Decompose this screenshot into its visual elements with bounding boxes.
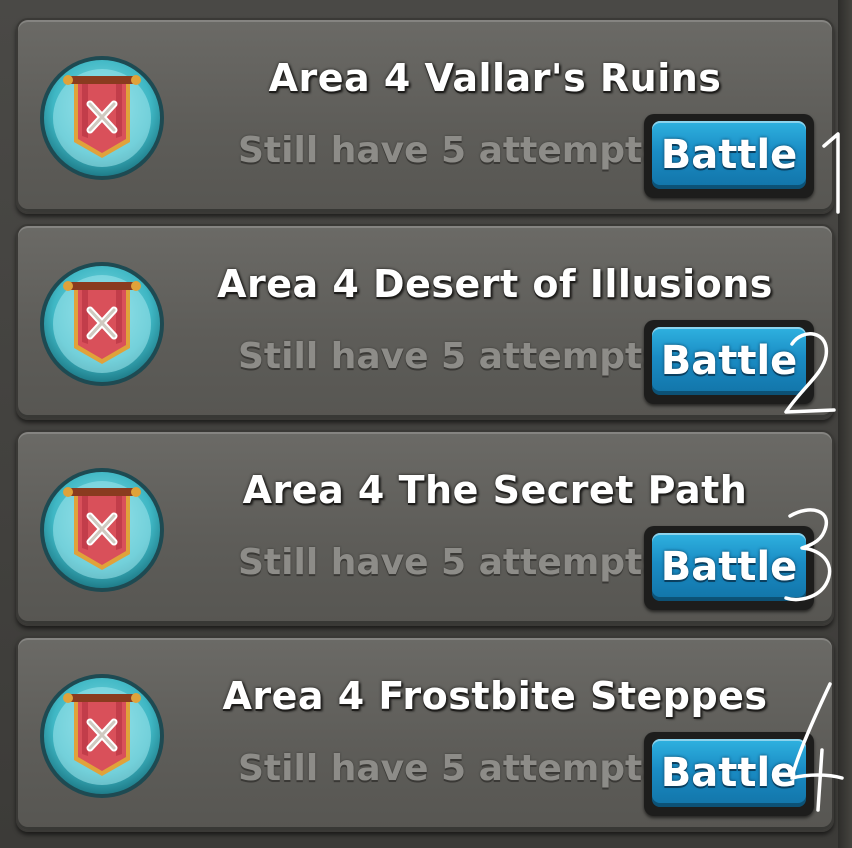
battle-banner-icon bbox=[40, 468, 164, 592]
battle-button[interactable]: Battle bbox=[652, 533, 806, 601]
battle-button-frame: Battle bbox=[644, 526, 814, 610]
area-title: Area 4 Frostbite Steppes bbox=[222, 674, 768, 718]
battle-banner-icon bbox=[40, 56, 164, 180]
battle-button[interactable]: Battle bbox=[652, 327, 806, 395]
battle-button-frame: Battle bbox=[644, 732, 814, 816]
area-title: Area 4 Desert of Illusions bbox=[217, 262, 773, 306]
attempts-remaining: Still have 5 attempts bbox=[238, 542, 664, 583]
scroll-rail[interactable] bbox=[838, 0, 852, 848]
battle-button[interactable]: Battle bbox=[652, 121, 806, 189]
area-title: Area 4 The Secret Path bbox=[242, 468, 748, 512]
battle-banner-icon bbox=[40, 262, 164, 386]
battle-button-frame: Battle bbox=[644, 320, 814, 404]
area-card: Area 4 The Secret Path Still have 5 atte… bbox=[16, 430, 834, 626]
area-title: Area 4 Vallar's Ruins bbox=[268, 56, 722, 100]
battle-button-frame: Battle bbox=[644, 114, 814, 198]
attempts-remaining: Still have 5 attempts bbox=[238, 748, 664, 789]
battle-button[interactable]: Battle bbox=[652, 739, 806, 807]
area-card: Area 4 Desert of Illusions Still have 5 … bbox=[16, 224, 836, 420]
area-card: Area 4 Vallar's Ruins Still have 5 attem… bbox=[16, 18, 840, 214]
attempts-remaining: Still have 5 attempts bbox=[238, 130, 664, 171]
attempts-remaining: Still have 5 attempts bbox=[238, 336, 664, 377]
area-list: Area 4 Vallar's Ruins Still have 5 attem… bbox=[16, 18, 844, 842]
game-panel: Area 4 Vallar's Ruins Still have 5 attem… bbox=[0, 0, 852, 848]
battle-banner-icon bbox=[40, 674, 164, 798]
area-card: Area 4 Frostbite Steppes Still have 5 at… bbox=[16, 636, 844, 832]
